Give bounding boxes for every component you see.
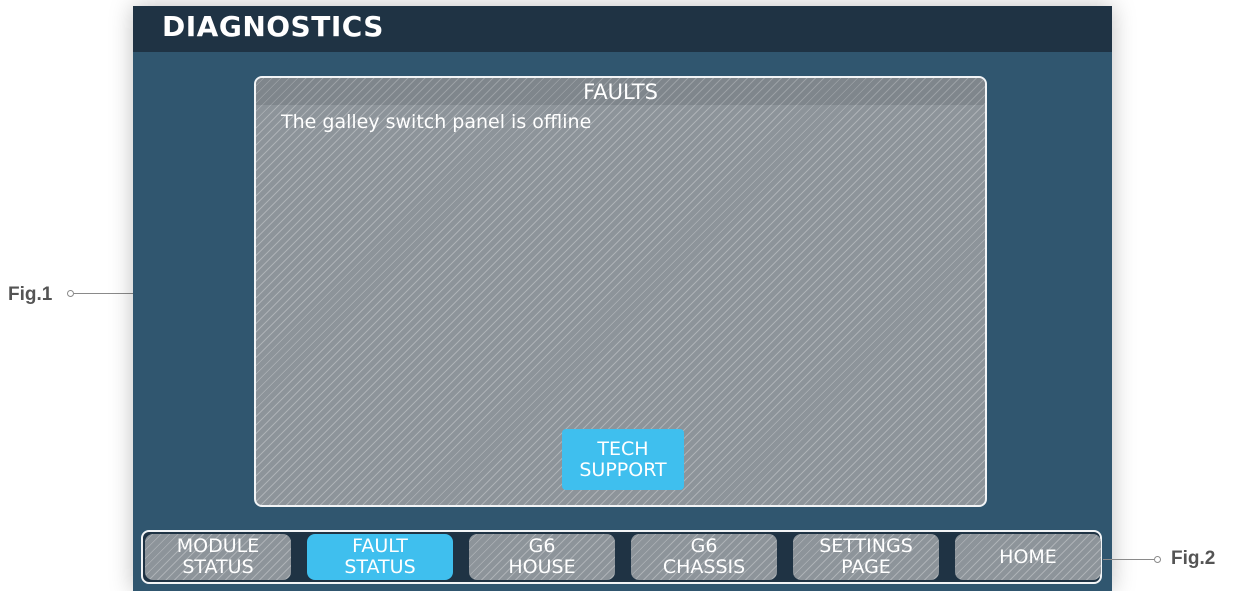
fault-message: The galley switch panel is offline [281, 111, 592, 133]
fig2-dot [1154, 556, 1161, 563]
fig2-line [1103, 559, 1154, 560]
nav-fault-status-button[interactable]: FAULT STATUS [307, 534, 453, 580]
nav-g6-chassis-button[interactable]: G6 CHASSIS [631, 534, 777, 580]
fig2-label: Fig.2 [1171, 548, 1216, 569]
fig1-dot [67, 290, 74, 297]
tech-support-label-line1: TECH [597, 437, 649, 460]
faults-title: FAULTS [583, 80, 658, 104]
nav-settings-page-button[interactable]: SETTINGS PAGE [793, 534, 939, 580]
nav-label-line1: HOME [999, 545, 1057, 568]
nav-label-line1: G6 [528, 535, 556, 557]
nav-label-line2: STATUS [182, 556, 254, 578]
tech-support-label-line2: SUPPORT [579, 458, 667, 481]
title-bar: DIAGNOSTICS [133, 6, 1112, 52]
nav-label-line2: STATUS [344, 556, 416, 578]
diagnostics-screen: DIAGNOSTICS FAULTS The galley switch pan… [133, 6, 1112, 591]
nav-module-status-button[interactable]: MODULE STATUS [145, 534, 291, 580]
nav-g6-house-button[interactable]: G6 HOUSE [469, 534, 615, 580]
faults-panel: FAULTS The galley switch panel is offlin… [254, 76, 987, 507]
page-title: DIAGNOSTICS [162, 10, 384, 43]
nav-label-line1: FAULT [352, 535, 408, 557]
nav-label-line1: MODULE [176, 535, 260, 557]
nav-home-button[interactable]: HOME [955, 534, 1101, 580]
nav-label-line1: SETTINGS [819, 535, 913, 557]
fig1-label: Fig.1 [8, 284, 53, 305]
tech-support-button[interactable]: TECH SUPPORT [562, 429, 684, 490]
nav-label-line1: G6 [690, 535, 718, 557]
nav-label-line2: CHASSIS [662, 556, 746, 578]
bottom-nav-bar: MODULE STATUS FAULT STATUS G6 HOUSE G6 C… [141, 530, 1102, 584]
faults-header: FAULTS [256, 78, 985, 105]
nav-label-line2: HOUSE [508, 556, 576, 578]
nav-label-line2: PAGE [841, 556, 891, 578]
